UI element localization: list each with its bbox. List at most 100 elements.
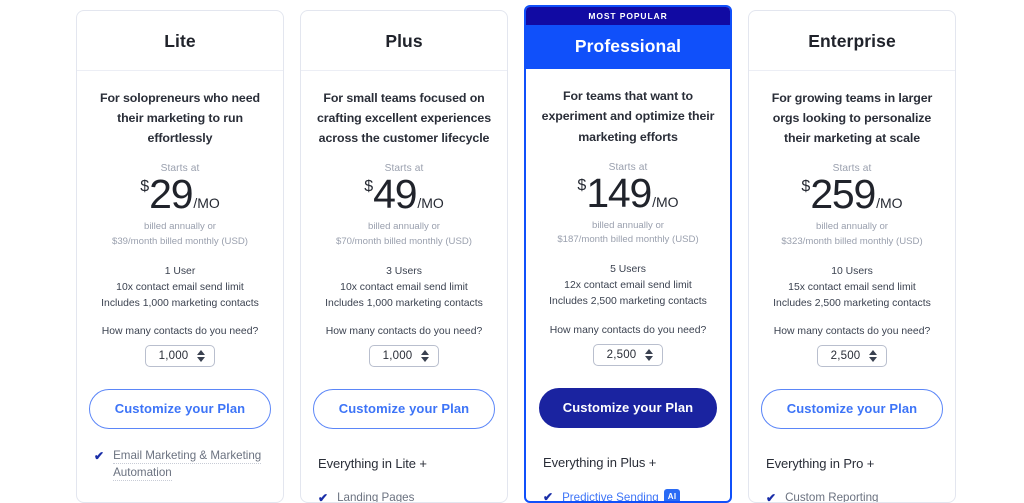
price-period: /MO	[417, 195, 444, 212]
plan-description: For teams that want to experiment and op…	[541, 89, 715, 144]
contacts-value[interactable]: 1,000	[383, 350, 413, 362]
cta-wrap: Customize your Plan	[89, 389, 271, 430]
plan-name: Professional	[574, 36, 682, 57]
caret-up-icon[interactable]	[645, 348, 654, 354]
check-icon: ✔	[318, 491, 329, 503]
plan-description: For solopreneurs who need their marketin…	[100, 91, 260, 146]
plan-limits: 10 Users 15x contact email send limit Incl…	[761, 264, 943, 311]
contacts-value[interactable]: 1,000	[159, 350, 189, 362]
contacts-question-label: How many contacts do you need?	[101, 326, 259, 338]
contacts-question-label: How many contacts do you need?	[549, 324, 707, 336]
billing-note-line1: billed annually or	[592, 219, 664, 231]
stepper-arrows[interactable]	[869, 350, 878, 363]
contacts-stepper[interactable]: 1,000	[368, 345, 440, 368]
caret-down-icon[interactable]	[645, 355, 654, 361]
billing-note-line2: $323/month billed monthly (USD)	[781, 236, 923, 248]
plan-limit-item: 5 Users	[610, 264, 646, 276]
price-period: /MO	[193, 195, 220, 212]
contacts-stepper[interactable]: 1,000	[144, 345, 216, 368]
cta-wrap: Customize your Plan	[538, 387, 718, 428]
contacts-value[interactable]: 2,500	[607, 349, 637, 361]
plan-limits: 1 User 10x contact email send limit Includ…	[89, 264, 271, 311]
billing-note-line1: billed annually or	[144, 221, 216, 233]
feature-list-item: ✔ Email Marketing & Marketing Automation	[94, 448, 271, 482]
price-period: /MO	[876, 195, 903, 212]
feature-label[interactable]: Predictive Sending	[562, 490, 659, 501]
contacts-stepper-wrap: 2,500	[538, 343, 718, 366]
plan-limit-item: 1 User	[164, 266, 196, 277]
billing-note-line2: $70/month billed monthly (USD)	[336, 236, 472, 248]
stepper-arrows[interactable]	[421, 350, 430, 363]
plan-limit-item: 15x contact email send limit	[788, 281, 916, 293]
price-row: $49/MO	[313, 174, 495, 215]
plan-limits: 3 Users 10x contact email send limit Inclu…	[313, 264, 495, 311]
cta-wrap: Customize your Plan	[313, 389, 495, 430]
cta-wrap: Customize your Plan	[761, 389, 943, 430]
feature-label: Custom Reporting	[785, 491, 879, 502]
plan-name: Lite	[164, 31, 196, 51]
price-row: $149/MO	[538, 169, 718, 216]
feature-list-item: ✔ Landing Pages	[318, 490, 495, 503]
customize-your-plan-button[interactable]: Customize your Plan	[539, 387, 717, 428]
customize-your-plan-button[interactable]: Customize your Plan	[313, 389, 495, 430]
customize-your-plan-button[interactable]: Customize your Plan	[89, 389, 271, 430]
plan-name: Plus	[385, 31, 423, 51]
currency-symbol: $	[577, 176, 587, 194]
billing-note: billed annually or $187/month billed mont…	[538, 219, 718, 249]
plan-body: For growing teams in larger orgs looking…	[749, 71, 955, 503]
billing-note: billed annually or $323/month billed mont…	[761, 220, 943, 250]
currency-symbol: $	[364, 178, 374, 196]
caret-up-icon[interactable]	[421, 350, 430, 356]
plan-limit-item: Includes 2,500 marketing contacts	[773, 297, 931, 309]
plan-limit-item: 10 Users	[831, 266, 873, 277]
plan-header: Lite	[77, 11, 283, 71]
pricing-plans-grid: Lite For solopreneurs who need their mark…	[0, 0, 1024, 503]
billing-note-line2: $39/month billed monthly (USD)	[112, 236, 248, 248]
check-icon: ✔	[94, 449, 105, 464]
plan-header: Plus	[301, 11, 507, 71]
feature-list-item[interactable]: ✔ Predictive Sending AI	[543, 488, 718, 503]
contacts-value[interactable]: 2,500	[831, 350, 861, 362]
contacts-stepper[interactable]: 2,500	[816, 345, 888, 368]
plan-header: Enterprise	[749, 11, 955, 71]
plan-name: Enterprise	[808, 31, 896, 51]
everything-in-label: Everything in Pro +	[766, 456, 875, 472]
plan-card-enterprise: Enterprise For growing teams in larger or…	[748, 10, 956, 503]
check-icon: ✔	[543, 489, 554, 503]
price-amount: 49	[373, 171, 417, 218]
feature-label: Email Marketing & Marketing Automation	[113, 449, 262, 482]
plan-description: For growing teams in larger orgs looking…	[771, 91, 933, 146]
plan-limits: 5 Users 12x contact email send limit Inclu…	[538, 262, 718, 309]
price-row: $259/MO	[761, 174, 943, 215]
currency-symbol: $	[140, 178, 150, 196]
everything-in-label: Everything in Plus +	[543, 454, 657, 470]
contacts-stepper[interactable]: 2,500	[592, 343, 664, 366]
feature-label: Landing Pages	[337, 491, 415, 502]
everything-in-label: Everything in Lite +	[318, 456, 427, 472]
plan-limit-item: 10x contact email send limit	[116, 281, 244, 293]
contacts-question-label: How many contacts do you need?	[325, 326, 483, 338]
price-amount: 149	[586, 169, 652, 216]
billing-note-line1: billed annually or	[368, 221, 440, 233]
contacts-stepper-wrap: 1,000	[89, 345, 271, 368]
price-period: /MO	[652, 193, 679, 210]
caret-down-icon[interactable]	[869, 357, 878, 363]
billing-note: billed annually or $70/month billed month…	[313, 220, 495, 250]
customize-your-plan-button[interactable]: Customize your Plan	[761, 389, 943, 430]
caret-down-icon[interactable]	[197, 357, 206, 363]
stepper-arrows[interactable]	[197, 350, 206, 363]
currency-symbol: $	[801, 178, 811, 196]
plan-header: Professional	[526, 25, 730, 70]
caret-up-icon[interactable]	[197, 350, 206, 356]
billing-note-line2: $187/month billed monthly (USD)	[557, 234, 699, 246]
feature-list: ✔Predictive SendingAI✔Split Automations	[538, 488, 718, 503]
plan-limit-item: 12x contact email send limit	[564, 280, 692, 292]
caret-down-icon[interactable]	[421, 357, 430, 363]
stepper-arrows[interactable]	[645, 348, 654, 361]
feature-list: ✔Landing Pages✔Facebook Custom Audiences	[313, 490, 495, 503]
plan-limit-item: Includes 1,000 marketing contacts	[325, 297, 483, 309]
caret-up-icon[interactable]	[869, 350, 878, 356]
price-amount: 259	[810, 171, 876, 218]
check-icon: ✔	[766, 491, 777, 503]
feature-list: ✔Custom Reporting✔Custom Objects	[761, 490, 943, 503]
